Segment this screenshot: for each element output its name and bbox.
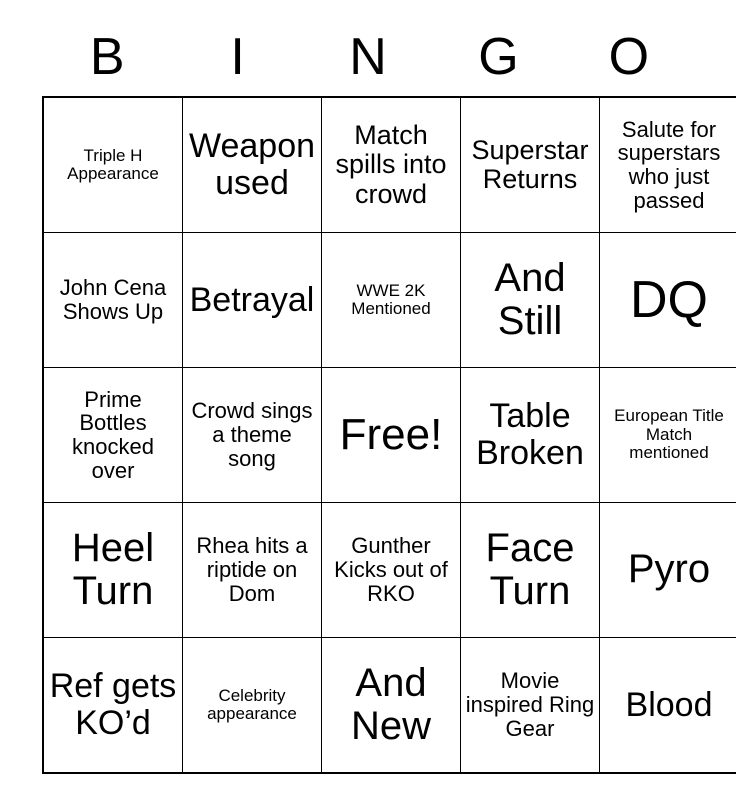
- bingo-header: B I N G O: [42, 18, 694, 96]
- header-letter-b: B: [89, 28, 125, 86]
- bingo-cell[interactable]: Heel Turn: [42, 502, 183, 638]
- bingo-cell[interactable]: Triple H Appearance: [42, 96, 183, 233]
- bingo-cell[interactable]: Face Turn: [460, 502, 600, 638]
- bingo-cell[interactable]: Crowd sings a theme song: [182, 367, 322, 503]
- bingo-row: Prime Bottles knocked over Crowd sings a…: [42, 367, 736, 503]
- bingo-cell[interactable]: Betrayal: [182, 232, 322, 368]
- bingo-cell[interactable]: John Cena Shows Up: [42, 232, 183, 368]
- bingo-cell[interactable]: DQ: [599, 232, 736, 368]
- bingo-card: B I N G O Triple H Appearance Weapon use…: [42, 18, 736, 774]
- bingo-row: Ref gets KO’d Celebrity appearance And N…: [42, 637, 736, 774]
- bingo-cell[interactable]: WWE 2K Mentioned: [321, 232, 461, 368]
- bingo-row: Triple H Appearance Weapon used Match sp…: [42, 96, 736, 233]
- bingo-row: Heel Turn Rhea hits a riptide on Dom Gun…: [42, 502, 736, 638]
- bingo-cell[interactable]: Ref gets KO’d: [42, 637, 183, 774]
- bingo-cell[interactable]: Superstar Returns: [460, 96, 600, 233]
- header-letter-o: O: [608, 28, 650, 86]
- bingo-cell[interactable]: Table Broken: [460, 367, 600, 503]
- header-letter-g: G: [478, 28, 519, 86]
- header-letter-i: I: [230, 28, 245, 86]
- bingo-cell[interactable]: Blood: [599, 637, 736, 774]
- bingo-cell[interactable]: Rhea hits a riptide on Dom: [182, 502, 322, 638]
- bingo-cell[interactable]: Pyro: [599, 502, 736, 638]
- bingo-cell[interactable]: And Still: [460, 232, 600, 368]
- bingo-row: John Cena Shows Up Betrayal WWE 2K Menti…: [42, 232, 736, 368]
- bingo-cell[interactable]: Prime Bottles knocked over: [42, 367, 183, 503]
- bingo-cell[interactable]: And New: [321, 637, 461, 774]
- bingo-grid: Triple H Appearance Weapon used Match sp…: [42, 96, 736, 774]
- bingo-cell[interactable]: Celebrity appearance: [182, 637, 322, 774]
- bingo-cell-free[interactable]: Free!: [321, 367, 461, 503]
- header-letter-n: N: [349, 28, 387, 86]
- bingo-cell[interactable]: Gunther Kicks out of RKO: [321, 502, 461, 638]
- bingo-cell[interactable]: Match spills into crowd: [321, 96, 461, 233]
- bingo-cell[interactable]: Weapon used: [182, 96, 322, 233]
- bingo-cell[interactable]: European Title Match mentioned: [599, 367, 736, 503]
- bingo-cell[interactable]: Movie inspired Ring Gear: [460, 637, 600, 774]
- bingo-cell[interactable]: Salute for superstars who just passed: [599, 96, 736, 233]
